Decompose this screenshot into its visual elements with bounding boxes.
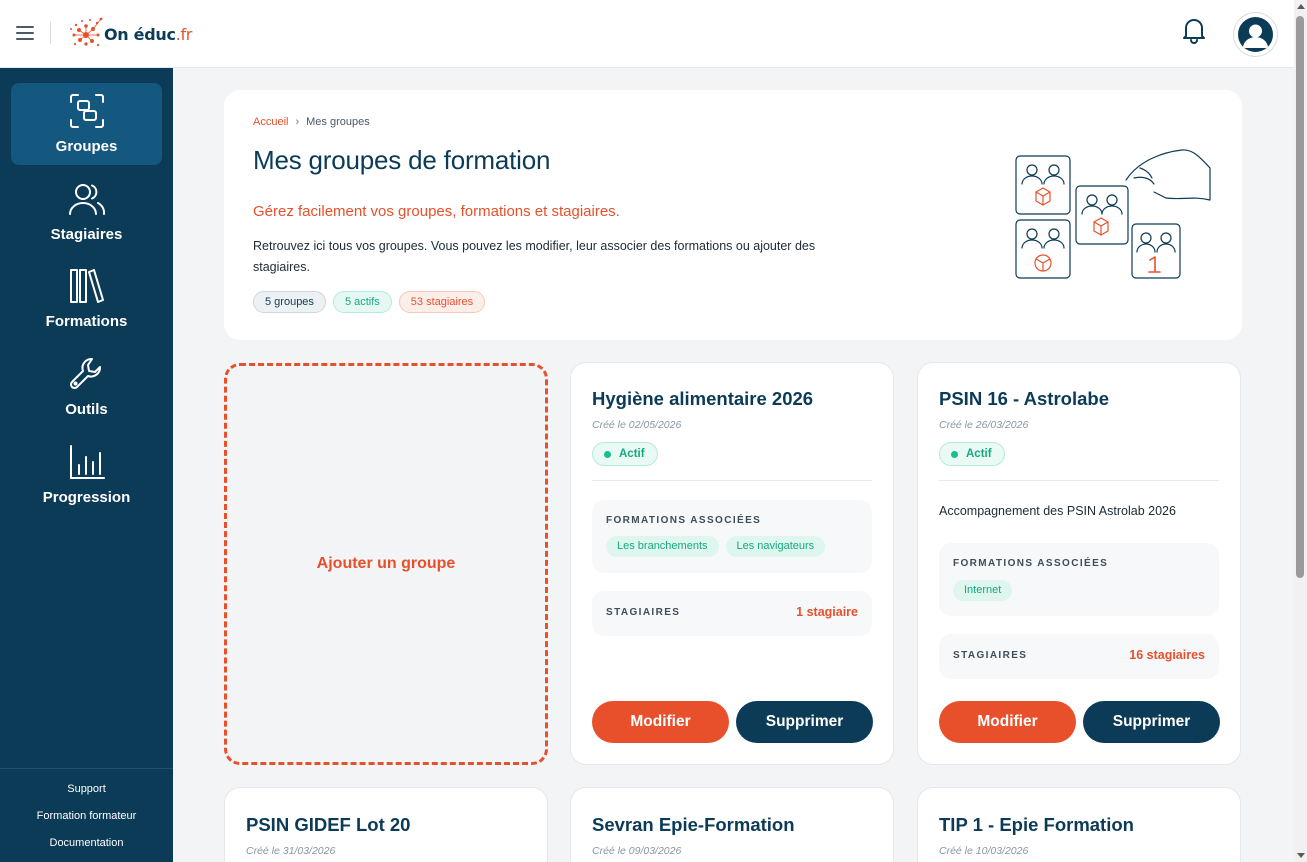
- sidebar-item-groupes[interactable]: Groupes: [11, 83, 162, 165]
- trainees-section: STAGIAIRES 16 stagiaires: [939, 634, 1219, 679]
- topbar-divider: [50, 22, 51, 44]
- sidebar-item-progression[interactable]: Progression: [11, 434, 162, 516]
- page-title: Mes groupes de formation: [253, 145, 551, 175]
- status-badge: Actif: [939, 442, 1005, 466]
- group-card: TIP 1 - Epie Formation Créé le 10/03/202…: [917, 787, 1241, 862]
- formations-section: FORMATIONS ASSOCIÉES Les branchements Le…: [592, 500, 872, 573]
- groups-count-badge: 5 groupes: [253, 291, 326, 313]
- trainer-training-link[interactable]: Formation formateur: [0, 809, 173, 836]
- card-divider: [592, 480, 872, 481]
- edit-group-button[interactable]: Modifier: [939, 701, 1076, 743]
- sidebar-item-label: Outils: [65, 401, 108, 418]
- group-created-date: Créé le 02/05/2026: [592, 419, 682, 431]
- group-created-date: Créé le 26/03/2026: [939, 419, 1029, 431]
- group-frame-icon: [69, 94, 104, 128]
- formation-tag[interactable]: Les navigateurs: [725, 536, 826, 557]
- user-avatar[interactable]: [1233, 12, 1278, 57]
- group-card: Hygiène alimentaire 2026 Créé le 02/05/2…: [570, 362, 894, 765]
- books-icon: [69, 269, 104, 303]
- summary-pills: 5 groupes 5 actifs 53 stagiaires: [253, 291, 486, 313]
- users-icon: [68, 184, 105, 215]
- group-title[interactable]: PSIN GIDEF Lot 20: [246, 814, 410, 836]
- breadcrumb-current: Mes groupes: [306, 116, 370, 128]
- page-scrollbar[interactable]: [1294, 0, 1307, 862]
- group-card: PSIN 16 - Astrolabe Créé le 26/03/2026 A…: [917, 362, 1241, 765]
- trainees-count[interactable]: 1 stagiaire: [796, 605, 858, 619]
- group-created-date: Créé le 31/03/2026: [246, 845, 336, 857]
- logo-text: On éduc.fr: [104, 24, 193, 44]
- formations-section-label: FORMATIONS ASSOCIÉES: [953, 558, 1109, 569]
- wrench-icon: [69, 358, 101, 390]
- support-link[interactable]: Support: [0, 782, 173, 809]
- active-count-badge: 5 actifs: [332, 291, 392, 313]
- group-created-date: Créé le 10/03/2026: [939, 845, 1029, 857]
- breadcrumb-separator: ›: [295, 116, 300, 128]
- group-card: Sevran Epie-Formation Créé le 09/03/2026: [570, 787, 894, 862]
- sidebar-item-label: Groupes: [55, 138, 118, 155]
- delete-group-button[interactable]: Supprimer: [1083, 701, 1220, 743]
- group-card: PSIN GIDEF Lot 20 Créé le 31/03/2026: [224, 787, 548, 862]
- trainees-section: STAGIAIRES 1 stagiaire: [592, 591, 872, 636]
- documentation-link[interactable]: Documentation: [0, 836, 173, 862]
- sidebar-item-outils[interactable]: Outils: [11, 346, 162, 428]
- logo-mark-icon: [70, 17, 103, 47]
- trainees-count[interactable]: 16 stagiaires: [1129, 648, 1205, 662]
- sidebar-item-formations[interactable]: Formations: [11, 258, 162, 340]
- status-badge: Actif: [592, 442, 658, 466]
- formation-tag[interactable]: Les branchements: [606, 536, 719, 557]
- formation-tags: Les branchements Les navigateurs: [606, 536, 826, 557]
- breadcrumb: Accueil › Mes groupes: [253, 116, 370, 128]
- sidebar-item-label: Formations: [45, 313, 128, 330]
- sidebar-item-label: Progression: [42, 489, 131, 506]
- sidebar-footer: Support Formation formateur Documentatio…: [0, 768, 173, 862]
- groups-illustration-icon: [1015, 149, 1211, 279]
- card-divider: [939, 480, 1219, 481]
- breadcrumb-home-link[interactable]: Accueil: [253, 116, 288, 128]
- group-title[interactable]: TIP 1 - Epie Formation: [939, 814, 1134, 836]
- trainees-section-label: STAGIAIRES: [953, 650, 1028, 661]
- logo[interactable]: On éduc.fr: [68, 15, 192, 53]
- formations-section-label: FORMATIONS ASSOCIÉES: [606, 515, 762, 526]
- hero-card: Accueil › Mes groupes Mes groupes de forma…: [224, 90, 1242, 340]
- group-created-date: Créé le 09/03/2026: [592, 845, 682, 857]
- scroll-down-arrow-icon[interactable]: [1297, 853, 1305, 858]
- formations-section: FORMATIONS ASSOCIÉES Internet: [939, 543, 1219, 616]
- user-icon: [1238, 17, 1273, 52]
- top-bar: On éduc.fr: [0, 0, 1294, 68]
- formation-tags: Internet: [953, 580, 1013, 601]
- group-description: Accompagnement des PSIN Astrolab 2026: [939, 504, 1176, 518]
- sidebar-item-stagiaires[interactable]: Stagiaires: [11, 171, 162, 253]
- trainees-count-badge: 53 stagiaires: [398, 291, 486, 313]
- formation-tag[interactable]: Internet: [953, 580, 1013, 601]
- scroll-up-arrow-icon[interactable]: [1297, 4, 1305, 9]
- group-title[interactable]: Hygiène alimentaire 2026: [592, 388, 813, 410]
- sidebar: Groupes Stagiaires Formations Outils Pro…: [0, 68, 173, 862]
- add-group-label: Ajouter un groupe: [316, 555, 456, 572]
- delete-group-button[interactable]: Supprimer: [736, 701, 873, 743]
- group-title[interactable]: PSIN 16 - Astrolabe: [939, 388, 1109, 410]
- notification-bell-icon[interactable]: [1181, 16, 1207, 44]
- sidebar-item-label: Stagiaires: [50, 226, 123, 243]
- scroll-thumb[interactable]: [1296, 16, 1304, 578]
- group-title[interactable]: Sevran Epie-Formation: [592, 814, 795, 836]
- hero-subtitle: Gérez facilement vos groupes, formations…: [253, 203, 620, 220]
- hamburger-menu-icon[interactable]: [16, 26, 34, 40]
- trainees-section-label: STAGIAIRES: [606, 607, 681, 618]
- edit-group-button[interactable]: Modifier: [592, 701, 729, 743]
- hero-description: Retrouvez ici tous vos groupes. Vous pou…: [253, 239, 816, 274]
- add-group-card[interactable]: Ajouter un groupe: [224, 363, 548, 765]
- bar-chart-icon: [69, 445, 105, 479]
